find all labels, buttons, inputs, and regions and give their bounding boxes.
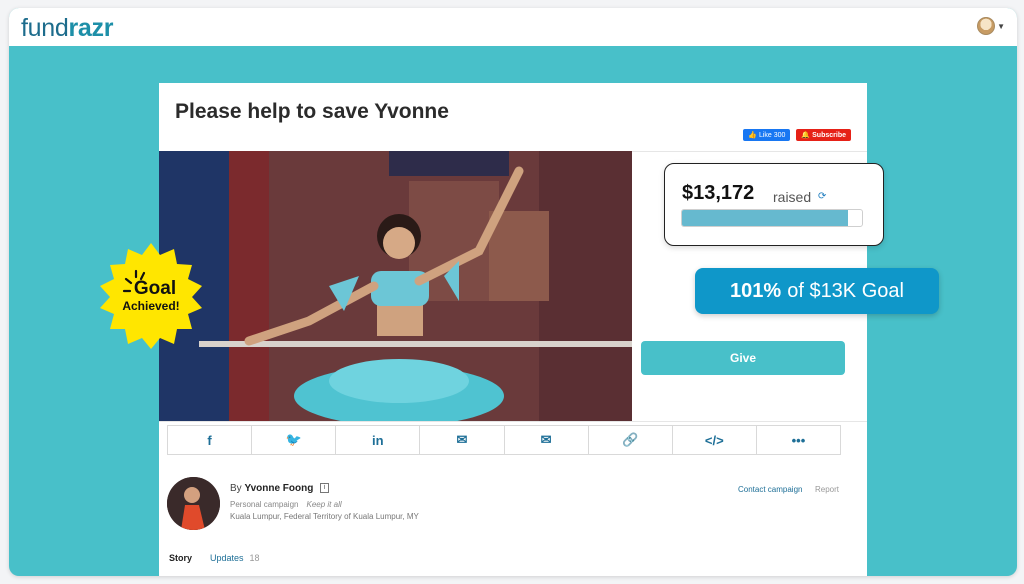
share-button[interactable]: </>	[673, 426, 757, 454]
linkedin-icon: in	[372, 432, 384, 448]
user-menu[interactable]: ▼	[977, 17, 1005, 35]
owner-avatar[interactable]	[167, 477, 220, 530]
give-button[interactable]: Give	[641, 341, 845, 375]
social-buttons: 👍 Like 300 🔔 Subscribe	[743, 129, 851, 141]
share-button[interactable]: ✉	[505, 426, 589, 454]
raised-amount: $13,172	[682, 182, 755, 204]
refresh-icon[interactable]: ⟳	[818, 191, 826, 202]
campaign-meta: Personal campaign Keep it all	[230, 500, 342, 509]
user-avatar	[977, 17, 996, 35]
twitter-icon: 🐦	[285, 432, 302, 447]
tab-updates-label: Updates	[210, 553, 244, 563]
tab-story[interactable]: Story	[169, 553, 192, 563]
badge-goal-label: Goal	[133, 278, 177, 299]
badge-achieved-label: Achieved!	[122, 299, 180, 313]
more-icon: •••	[791, 432, 806, 448]
owner-name[interactable]: Yvonne Foong	[244, 483, 313, 494]
campaign-photo	[159, 151, 632, 421]
embed-icon: </>	[704, 432, 724, 448]
raised-summary: $13,172 raised ⟳	[664, 163, 884, 246]
progress-fill	[682, 210, 848, 226]
owner-line: By Yvonne Foong i	[230, 483, 330, 494]
share-button[interactable]: 🔗	[589, 426, 673, 454]
divider	[159, 421, 867, 422]
thumbs-up-icon: 👍	[748, 132, 757, 139]
share-button[interactable]: •••	[757, 426, 840, 454]
top-navigation-bar: fundrazr ▼	[9, 8, 1017, 46]
caret-down-icon: ▼	[997, 21, 1005, 31]
info-icon[interactable]: i	[320, 483, 330, 494]
tab-updates[interactable]: Updates 18	[210, 553, 260, 563]
keep-it-all: Keep it all	[306, 500, 342, 509]
messenger-icon: ✉	[456, 432, 468, 447]
divider	[632, 151, 867, 152]
tab-updates-count: 18	[249, 553, 260, 563]
share-bar: f 🐦 in ✉ ✉ 🔗 </> •••	[167, 425, 841, 455]
subscribe-button[interactable]: 🔔 Subscribe	[796, 129, 851, 141]
progress-bar	[681, 209, 863, 227]
goal-text: of $13K Goal	[787, 279, 904, 302]
by-label: By	[230, 483, 242, 494]
goal-achieved-text: Goal Achieved!	[96, 241, 206, 351]
share-button[interactable]: f	[168, 426, 253, 454]
facebook-like-button[interactable]: 👍 Like 300	[743, 129, 791, 141]
raised-label: raised	[773, 189, 812, 205]
campaign-title: Please help to save Yvonne	[175, 100, 449, 123]
screenshot-frame: fundrazr ▼ Please help to save Yvonne 👍 L…	[0, 0, 1024, 584]
facebook-icon: f	[207, 432, 212, 448]
link-icon: 🔗	[622, 432, 639, 447]
goal-percent: 101%	[730, 279, 782, 302]
email-icon: ✉	[540, 432, 552, 447]
bell-icon: 🔔	[801, 132, 811, 139]
goal-progress-pill: 101% of $13K Goal	[695, 268, 939, 314]
fundrazr-logo[interactable]: fundrazr	[21, 14, 113, 43]
logo-text-fund: fund	[21, 14, 69, 42]
share-button[interactable]: 🐦	[252, 426, 337, 454]
report-link[interactable]: Report	[815, 485, 839, 494]
subscribe-label: Subscribe	[812, 131, 846, 139]
logo-text-razr: razr	[68, 14, 114, 42]
dancer-photo-illustration	[159, 151, 632, 421]
campaign-type: Personal campaign	[230, 500, 299, 509]
share-button[interactable]: ✉	[420, 426, 505, 454]
contact-campaign-link[interactable]: Contact campaign	[738, 485, 802, 494]
share-button[interactable]: in	[336, 426, 421, 454]
facebook-like-label: Like 300	[758, 131, 786, 139]
campaign-location: Kuala Lumpur, Federal Territory of Kuala…	[230, 512, 419, 521]
owner-photo	[167, 477, 220, 530]
